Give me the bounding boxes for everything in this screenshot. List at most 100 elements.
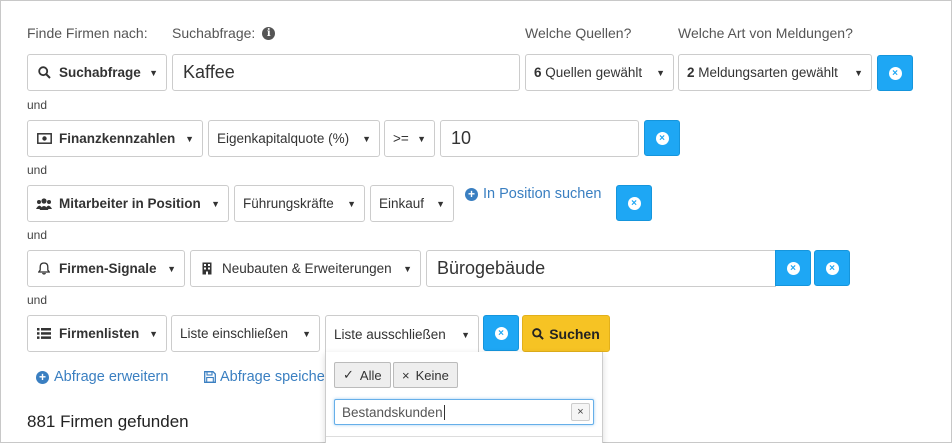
department-label: Einkauf [379,196,425,211]
message-types-select[interactable]: 2 Meldungsarten gewählt ▼ [678,54,872,91]
position-level-label: Führungskräfte [243,196,334,211]
caret-down-icon: ▼ [149,328,158,339]
dropdown-divider [326,436,602,437]
signal-value-input[interactable]: Bürogebäude [426,250,776,287]
expand-query-label: Abfrage erweitern [54,369,169,385]
caret-down-icon: ▼ [403,263,412,274]
metric-select[interactable]: Eigenkapitalquote (%) ▼ [208,120,380,157]
remove-criterion-button[interactable]: × [616,185,652,221]
criteria-type-select-mitarbeiter[interactable]: Mitarbeiter in Position ▼ [27,185,229,222]
money-icon [36,133,52,144]
criteria-type-label: Finanzkennzahlen [59,131,176,146]
criteria-type-select-signale[interactable]: Firmen-Signale ▼ [27,250,185,287]
remove-criterion-button[interactable]: × [644,120,680,156]
close-icon: × [655,131,669,145]
criteria-type-select-firmenlisten[interactable]: Firmenlisten ▼ [27,315,167,352]
expand-query-link[interactable]: + Abfrage erweitern [36,369,168,385]
caret-down-icon: ▼ [347,198,356,209]
query-header: Suchabfrage: i [172,25,276,41]
types-count: 2 [687,65,695,80]
position-level-select[interactable]: Führungskräfte ▼ [234,185,365,222]
criteria-type-label: Mitarbeiter in Position [59,196,201,211]
caret-down-icon: ▼ [656,67,665,78]
metric-label: Eigenkapitalquote (%) [217,131,350,146]
include-list-label: Liste einschließen [180,326,289,341]
text-cursor [443,404,445,420]
sources-header: Welche Quellen? [525,25,632,41]
list-filter-input[interactable]: Bestandskunden × [334,399,594,425]
caret-down-icon: ▼ [185,133,194,144]
save-icon [204,371,216,383]
caret-down-icon: ▼ [436,198,445,209]
connector-label: und [27,228,48,242]
exclude-list-label: Liste ausschließen [334,327,446,342]
caret-down-icon: ▼ [417,133,426,144]
criteria-type-select-finanzkennzahlen[interactable]: Finanzkennzahlen ▼ [27,120,203,157]
caret-down-icon: ▼ [854,67,863,78]
select-all-label: Alle [359,367,382,383]
criteria-type-select-suchabfrage[interactable]: Suchabfrage ▼ [27,54,167,91]
exclude-list-dropdown: ✓ Alle × Keine Bestandskunden × [325,352,603,443]
clear-input-button[interactable]: × [775,250,811,286]
save-query-link[interactable]: Abfrage speiche [204,369,325,385]
list-filter-value: Bestandskunden [342,404,443,420]
caret-down-icon: ▼ [211,198,220,209]
users-icon [36,197,52,210]
query-input[interactable]: Kaffee [172,54,520,91]
exclude-list-select[interactable]: Liste ausschließen ▼ [325,315,479,353]
signal-label: Neubauten & Erweiterungen [222,261,392,276]
signal-select[interactable]: Neubauten & Erweiterungen ▼ [190,250,421,287]
metric-value-input[interactable]: 10 [440,120,639,157]
remove-criterion-button[interactable]: × [877,55,913,91]
select-all-button[interactable]: ✓ Alle [334,362,391,388]
close-icon: × [494,326,508,340]
include-list-select[interactable]: Liste einschließen ▼ [171,315,320,352]
connector-label: und [27,98,48,112]
remove-criterion-button[interactable]: × [483,315,519,351]
search-button[interactable]: Suchen [522,315,610,352]
plus-circle-icon: + [465,187,478,201]
sources-select[interactable]: 6 Quellen gewählt ▼ [525,54,674,91]
department-select[interactable]: Einkauf ▼ [370,185,454,222]
caret-down-icon: ▼ [362,133,371,144]
close-icon: × [786,261,800,275]
search-in-position-label: In Position suchen [483,186,602,202]
types-label: Meldungsarten gewählt [698,65,838,80]
filter-by-label: Finde Firmen nach: [27,25,148,41]
caret-down-icon: ▼ [149,67,158,78]
sources-label: Quellen gewählt [545,65,643,80]
close-icon: × [627,196,641,210]
caret-down-icon: ▼ [167,263,176,274]
building-icon [199,262,215,275]
search-icon [36,66,52,79]
connector-label: und [27,293,48,307]
clear-filter-button[interactable]: × [571,403,590,421]
query-header-label: Suchabfrage: [172,25,256,41]
operator-label: >= [393,131,409,146]
close-icon: × [402,367,410,383]
info-icon[interactable]: i [262,26,276,40]
search-in-position-link[interactable]: + In Position suchen [465,186,602,202]
criteria-type-label: Suchabfrage [59,65,141,80]
caret-down-icon: ▼ [461,329,470,340]
close-icon: × [888,66,902,80]
criteria-type-label: Firmenlisten [59,326,140,341]
select-none-button[interactable]: × Keine [393,362,458,388]
connector-label: und [27,163,48,177]
message-types-header: Welche Art von Meldungen? [678,25,853,41]
list-icon [36,328,52,339]
operator-select[interactable]: >= ▼ [384,120,435,157]
search-icon [532,327,544,340]
remove-criterion-button[interactable]: × [814,250,850,286]
caret-down-icon: ▼ [302,328,311,339]
bell-icon [36,262,52,275]
criteria-type-label: Firmen-Signale [59,261,157,276]
sources-count: 6 [534,65,542,80]
check-icon: ✓ [343,367,354,382]
select-none-label: Keine [415,367,449,383]
search-button-label: Suchen [549,325,600,342]
save-query-label: Abfrage speiche [220,369,325,385]
plus-circle-icon: + [36,370,49,384]
close-icon: × [825,261,839,275]
result-count: 881 Firmen gefunden [27,412,189,431]
